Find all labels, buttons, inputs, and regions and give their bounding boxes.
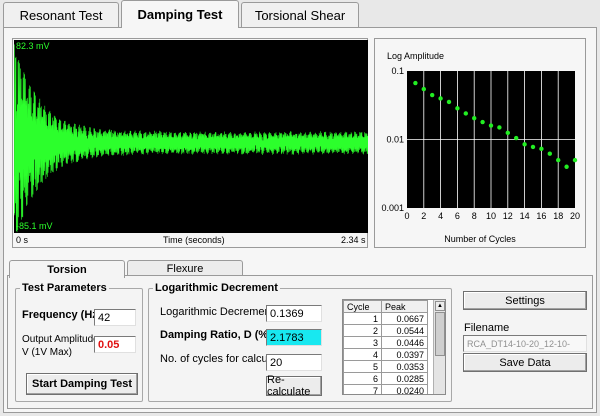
scope-min-label: -85.1 mV [16,221,53,231]
decay-signal-trace [14,44,368,233]
x-tick-label: 2 [421,211,426,221]
x-tick-label: 8 [472,211,477,221]
data-point [438,96,443,101]
decrement-value[interactable]: 0.1369 [266,305,322,322]
peak-cell[interactable]: 0.0285 [381,372,428,385]
x-tick-label: 18 [553,211,563,221]
peak-cell[interactable]: 0.0353 [381,360,428,373]
cycle-cell[interactable]: 4 [343,348,382,361]
log-chart-title: Log Amplitude [387,51,444,61]
peak-cell[interactable]: 0.0240 [381,384,428,394]
scope-max-label: 82.3 mV [16,41,50,51]
data-point [539,146,544,152]
damping-ratio-value[interactable]: 2.1783 [266,329,322,346]
data-point [572,157,578,163]
data-point [413,80,418,86]
x-tick-label: 0 [404,211,409,221]
log-amplitude-plot: Log Amplitude Number of Cycles 0 2 4 6 8 10 12… [381,51,580,244]
data-point [514,135,519,141]
table-row[interactable]: 1 0.0667 [343,312,428,325]
table-row[interactable]: 7 0.0240 [343,384,428,394]
amplitude-input[interactable]: 0.05 [94,336,136,353]
scope-x-start: 0 s [16,235,29,245]
scope-x-label: Time (seconds) [163,235,225,245]
filename-label: Filename [464,322,510,334]
x-tick-label: 14 [520,211,530,221]
y-tick-label: 0.001 [381,203,404,213]
data-point [488,123,494,128]
tab-resonant-test[interactable]: Resonant Test [3,2,119,28]
time-signal-chart: 82.3 mV -85.1 mV 0 s Time (seconds) 2.34… [12,38,368,248]
peak-table-header-row: Cycle Peak [343,300,428,313]
signal-path [14,44,368,233]
cycle-cell[interactable]: 2 [343,324,382,337]
data-point [446,99,452,105]
scroll-thumb[interactable] [435,312,445,356]
recalculate-button[interactable]: Re-calculate [266,374,322,398]
peak-cell[interactable]: 0.0667 [381,312,428,325]
y-tick-label: 0.01 [386,135,404,145]
amplitude-label-line1: Output Amplitude [22,334,99,345]
cycle-cell[interactable]: 3 [343,336,382,349]
data-point [455,106,460,111]
peak-table-scrollbar[interactable]: ▲ [433,300,445,394]
data-point [480,119,485,125]
save-data-button[interactable]: Save Data [463,353,587,372]
peak-cell[interactable]: 0.0544 [381,324,428,337]
data-point [463,111,468,116]
frequency-input[interactable]: 42 [94,309,136,326]
x-tick-label: 6 [455,211,460,221]
scope-plot-area: 82.3 mV -85.1 mV [14,40,368,233]
x-tick-label: 16 [536,211,546,221]
data-point [430,92,435,98]
peak-cell[interactable]: 0.0397 [381,348,428,361]
scroll-up-arrow-icon[interactable]: ▲ [435,301,445,311]
table-row[interactable]: 2 0.0544 [343,324,428,337]
cycle-cell[interactable]: 1 [343,312,382,325]
torsion-panel: Test Parameters Frequency (Hz) 42 Output… [7,275,593,409]
peak-table: Cycle Peak 1 0.0667 2 0.0544 3 0.0446 4 0.0397 5… [343,300,428,394]
x-tick-label: 4 [438,211,443,221]
peak-column-header[interactable]: Peak [381,300,428,313]
cycle-cell[interactable]: 6 [343,372,382,385]
table-row[interactable]: 3 0.0446 [343,336,428,349]
data-point [530,144,536,150]
peak-table-container[interactable]: Cycle Peak 1 0.0667 2 0.0544 3 0.0446 4 0.0397 5… [342,299,446,395]
data-point [505,130,510,136]
data-point [522,142,527,147]
data-point [421,86,426,92]
data-point [564,164,569,169]
y-tick-label: 0.1 [391,66,404,76]
log-chart-xlabel: Number of Cycles [444,234,516,244]
cycles-input[interactable]: 20 [266,354,322,371]
data-point [547,151,552,156]
filename-field[interactable]: RCA_DT14-10-20_12-10-5.dtt [463,335,587,363]
table-row[interactable]: 5 0.0353 [343,360,428,373]
damping-ratio-label: Damping Ratio, D (%) [160,329,272,341]
table-row[interactable]: 4 0.0397 [343,348,428,361]
cycle-cell[interactable]: 7 [343,384,382,394]
amplitude-label-line2: V (1V Max) [22,347,73,358]
table-row[interactable]: 6 0.0285 [343,372,428,385]
start-damping-test-button[interactable]: Start Damping Test [26,373,138,395]
x-tick-label: 10 [486,211,496,221]
tab-damping-test[interactable]: Damping Test [121,0,239,28]
x-tick-label: 12 [503,211,513,221]
peak-cell[interactable]: 0.0446 [381,336,428,349]
data-point [497,125,502,130]
settings-button[interactable]: Settings [463,291,587,310]
data-point [472,115,477,121]
test-parameters-legend: Test Parameters [22,282,107,294]
x-tick-label: 20 [570,211,580,221]
logarithmic-decrement-legend: Logarithmic Decrement [155,282,278,294]
cycle-column-header[interactable]: Cycle [343,300,382,313]
cycle-cell[interactable]: 5 [343,360,382,373]
frequency-label: Frequency (Hz) [22,309,102,321]
scope-x-end: 2.34 s [341,235,366,245]
tab-torsion[interactable]: Torsion [9,260,125,278]
log-amplitude-chart: Log Amplitude Number of Cycles 0 2 4 6 8 10 12… [374,38,586,248]
data-point [556,157,561,163]
tab-torsional-shear[interactable]: Torsional Shear [241,2,359,28]
